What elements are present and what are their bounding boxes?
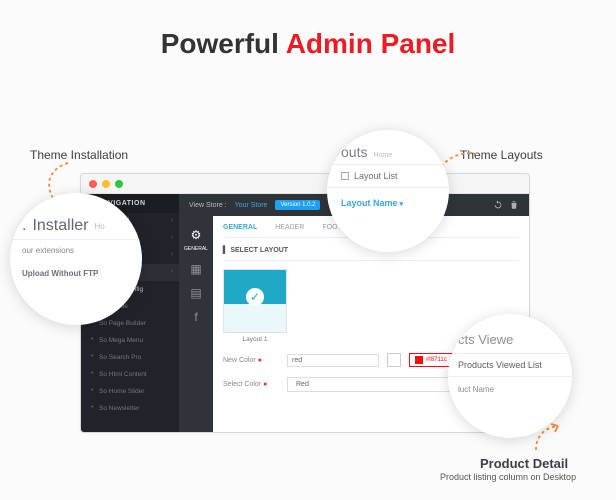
callout-theme-layouts: Theme Layouts [460, 148, 543, 162]
topbar-viewstore-label: View Store : [189, 202, 227, 209]
share-icon[interactable]: f [194, 310, 197, 324]
settings-rail: ⚙ GENERAL ▦ ▤ f [179, 216, 213, 432]
callout-product-detail-sub: Product listing column on Desktop [440, 472, 576, 482]
window-min-dot[interactable] [102, 180, 110, 188]
new-color-input[interactable] [287, 354, 379, 367]
lens-installer: . Installer Ho our extensions Upload Wit… [10, 193, 142, 325]
page-title: Powerful Admin Panel [0, 28, 616, 60]
sidebar-item-so-home-slider[interactable]: So Home Slider [81, 383, 179, 400]
layout-caption: Layout 1 [223, 336, 287, 343]
lens-installer-row: our extensions [10, 239, 142, 261]
lens-layout-name-link[interactable]: Layout Name [327, 187, 449, 218]
lens-product-detail: cts Viewe Products Viewed List luct Name [448, 314, 572, 438]
lens-layouts: outsHome Layout List Layout Name [327, 130, 449, 252]
layout-thumb: ✓ [223, 269, 287, 333]
window-max-dot[interactable] [115, 180, 123, 188]
lens-pd-list: Products Viewed List [448, 353, 572, 376]
sidebar-item-so-mega-menu[interactable]: So Mega Menu [81, 332, 179, 349]
product-icon[interactable]: ▦ [190, 262, 201, 276]
page-title-black: Powerful [161, 28, 286, 59]
window-close-dot[interactable] [89, 180, 97, 188]
sidebar-item-so-newsletter[interactable]: So Newsletter [81, 400, 179, 417]
topbar-store-name[interactable]: Your Store [235, 202, 268, 209]
tab-general[interactable]: GENERAL [223, 224, 257, 231]
lens-pd-name: luct Name [448, 376, 572, 402]
browser-bar [81, 174, 529, 194]
lens-layout-list: Layout List [327, 164, 449, 187]
rail-general-label: GENERAL [184, 246, 208, 252]
refresh-icon[interactable] [493, 200, 503, 210]
delete-icon[interactable] [509, 200, 519, 210]
color-preview-icon[interactable] [387, 353, 401, 367]
topbar-version-badge: Version 1.0.2 [275, 200, 320, 210]
lens-installer-upload: Upload Without FTP [10, 261, 142, 282]
check-icon: ✓ [246, 288, 264, 306]
sidebar-item-so-search-pro[interactable]: So Search Pro [81, 349, 179, 366]
callout-product-detail: Product Detail [480, 456, 568, 471]
callout-theme-installation: Theme Installation [30, 148, 128, 162]
page-icon[interactable]: ▤ [190, 286, 201, 300]
sidebar-item-so-html-content[interactable]: So Html Content [81, 366, 179, 383]
page-title-red: Admin Panel [286, 28, 456, 59]
layout-card-1[interactable]: ✓ Layout 1 [223, 269, 287, 343]
tab-header[interactable]: HEADER [275, 224, 304, 231]
label-select-color: Select Color ● [223, 381, 279, 388]
gear-icon[interactable]: ⚙ [191, 228, 202, 242]
color-swatch-code: #f8711c [409, 353, 453, 367]
label-new-color: New Color ● [223, 357, 279, 364]
